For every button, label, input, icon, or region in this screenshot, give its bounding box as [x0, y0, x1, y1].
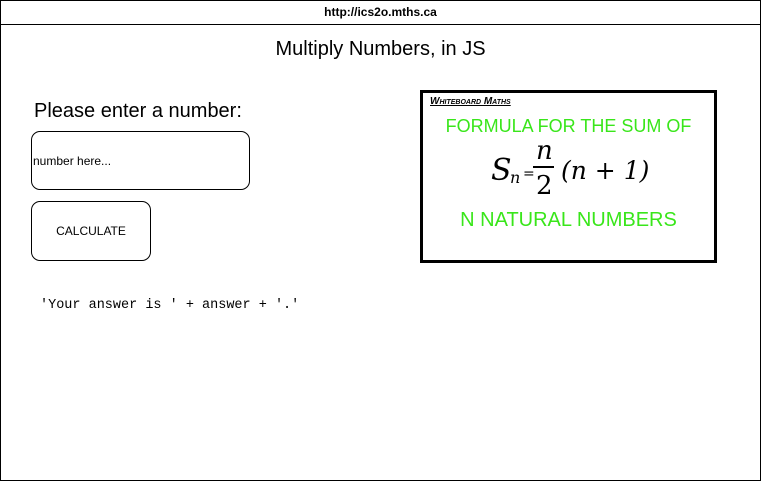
calculate-button[interactable]: CALCULATE: [31, 201, 151, 261]
whiteboard-maths-logo: Whiteboard Maths: [430, 96, 511, 107]
formula-equals: =: [523, 166, 535, 182]
formula-image: Whiteboard Maths FORMULA FOR THE SUM OF …: [420, 90, 717, 263]
sum-formula: S n = n 2 (n + 1): [491, 137, 649, 201]
number-input[interactable]: [31, 131, 250, 190]
page-title: Multiply Numbers, in JS: [275, 38, 486, 60]
formula-denominator: 2: [536, 171, 553, 201]
formula-subscript: n: [510, 168, 520, 187]
url-bar[interactable]: http://ics2o.mths.ca: [1, 1, 760, 25]
answer-output: 'Your answer is ' + answer + '.': [40, 298, 300, 313]
formula-numerator: n: [536, 137, 553, 166]
formula-caption-top: FORMULA FOR THE SUM OF: [445, 116, 692, 136]
formula-tail: (n + 1): [561, 156, 649, 185]
number-prompt-label: Please enter a number:: [34, 100, 242, 122]
formula-s: S: [491, 153, 512, 188]
formula-caption-bottom: N NATURAL NUMBERS: [460, 209, 677, 231]
browser-frame: http://ics2o.mths.ca Multiply Numbers, i…: [0, 0, 761, 481]
